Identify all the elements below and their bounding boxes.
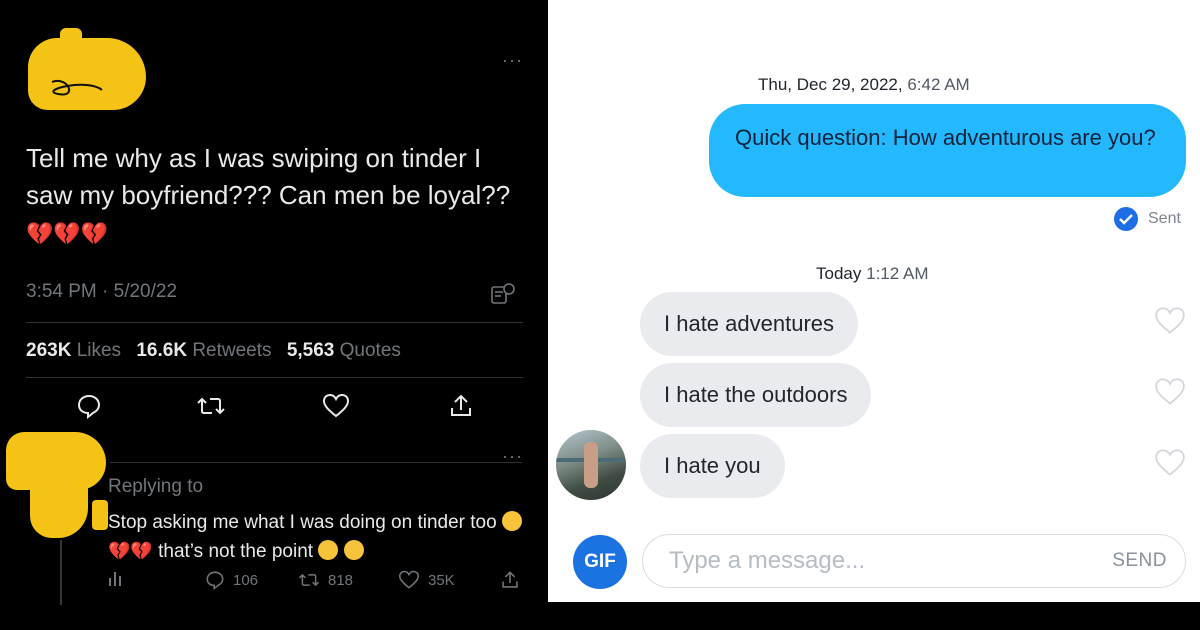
match-avatar[interactable]: [556, 430, 626, 500]
retweets-label[interactable]: Retweets: [192, 340, 271, 361]
likes-label[interactable]: Likes: [77, 340, 121, 361]
quotes-label[interactable]: Quotes: [340, 340, 401, 361]
received-message-bubble[interactable]: I hate adventures: [640, 292, 859, 356]
like-message-heart-icon[interactable]: [1153, 377, 1187, 407]
like-message-heart-icon[interactable]: [1153, 448, 1187, 478]
reply-more-icon[interactable]: ···: [502, 446, 523, 467]
broken-heart-emojis: 💔💔: [108, 541, 153, 561]
retweet-icon[interactable]: [196, 393, 226, 419]
tweet-text: Tell me why as I was swiping on tinder I…: [26, 143, 511, 246]
censor-patch: [60, 28, 82, 48]
pleading-face-emoji: [343, 540, 364, 560]
like-icon: [398, 570, 420, 589]
share-icon: [502, 571, 518, 588]
tired-face-emoji: [318, 540, 339, 560]
bottom-bar: [548, 602, 1200, 630]
divider: [26, 322, 523, 323]
reply-count: 106: [233, 571, 259, 589]
send-button[interactable]: SEND: [1112, 535, 1167, 587]
replying-to-label: Replying to: [108, 476, 204, 497]
like-icon[interactable]: [322, 393, 350, 419]
analytics-icon[interactable]: [490, 283, 516, 307]
reply-retweet-action[interactable]: 818: [298, 570, 353, 590]
received-message-bubble[interactable]: I hate the outdoors: [640, 363, 872, 427]
reply-reply-action[interactable]: 106: [205, 570, 258, 590]
tired-face-emoji: [501, 511, 522, 531]
received-date: Today 1:12 AM: [816, 264, 929, 283]
reply-like-action[interactable]: 35K: [398, 570, 455, 590]
reply-icon[interactable]: [76, 393, 102, 419]
like-message-heart-icon[interactable]: [1153, 306, 1187, 336]
tweet-stats: 263K Likes 16.6K Retweets 5,563 Quotes: [26, 340, 401, 362]
sent-date: Thu, Dec 29, 2022, 6:42 AM: [758, 75, 970, 94]
thread-line: [60, 540, 62, 605]
reply-icon: [206, 571, 224, 590]
broken-heart-emojis: 💔💔💔: [26, 221, 109, 246]
gif-button[interactable]: GIF: [573, 535, 627, 589]
censor-patch: [92, 500, 108, 530]
message-input[interactable]: [669, 535, 1069, 587]
sent-check-icon: [1114, 207, 1138, 231]
chat-panel: Thu, Dec 29, 2022, 6:42 AM Quick questio…: [548, 0, 1200, 602]
divider: [110, 462, 522, 463]
retweets-count[interactable]: 16.6K: [136, 340, 187, 361]
bar-chart-icon: [109, 572, 121, 586]
reply-analytics[interactable]: [108, 570, 124, 586]
tweet-panel: ··· Tell me why as I was swiping on tind…: [0, 0, 548, 630]
reply-share-action[interactable]: [500, 570, 520, 590]
divider: [26, 377, 523, 378]
share-icon[interactable]: [448, 393, 474, 419]
retweet-count: 818: [328, 571, 354, 589]
message-input-box: SEND: [642, 534, 1186, 588]
reply-text: Stop asking me what I was doing on tinde…: [108, 509, 528, 566]
received-message-bubble[interactable]: I hate you: [640, 434, 785, 498]
tweet-more-icon[interactable]: ···: [502, 50, 523, 71]
retweet-icon: [298, 573, 320, 587]
censor-patch: [30, 470, 88, 538]
sent-message-bubble[interactable]: Quick question: How adventurous are you?: [709, 104, 1186, 197]
like-count: 35K: [428, 571, 455, 589]
likes-count[interactable]: 263K: [26, 340, 71, 361]
quotes-count[interactable]: 5,563: [287, 340, 335, 361]
sent-status: Sent: [1114, 207, 1181, 231]
tweet-timestamp: 3:54 PM · 5/20/22: [26, 281, 178, 302]
scribble-icon: [51, 79, 103, 96]
